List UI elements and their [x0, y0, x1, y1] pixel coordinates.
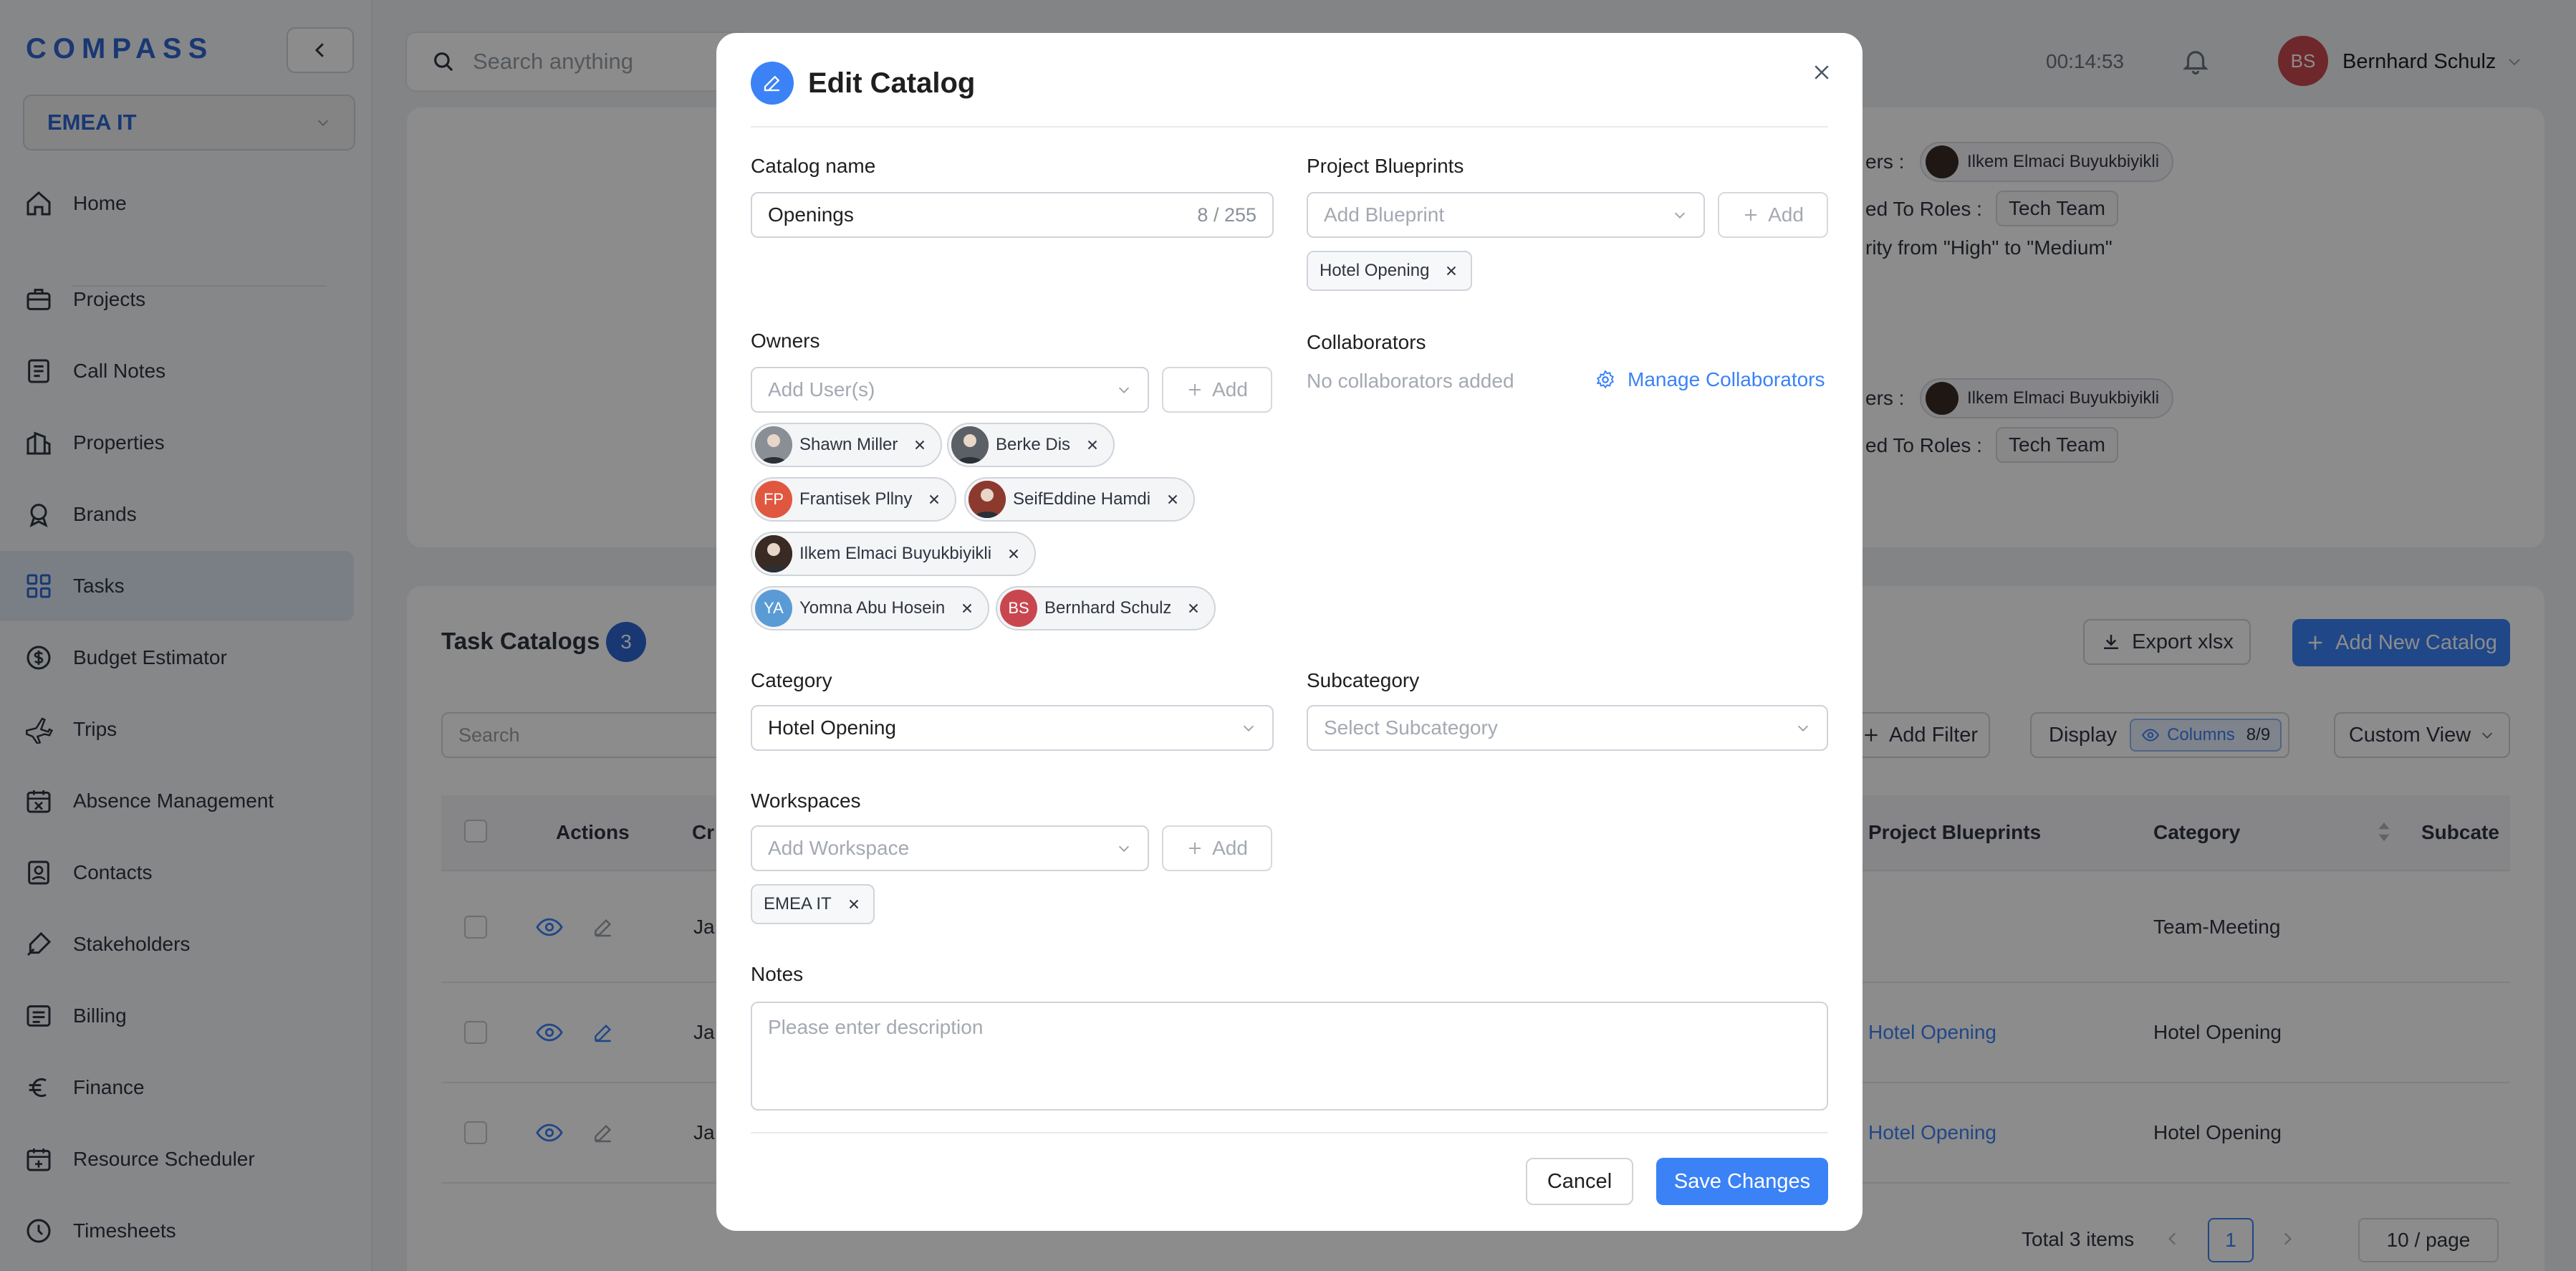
edit-icon [751, 62, 794, 105]
owners-select[interactable]: Add User(s) [751, 367, 1149, 413]
add-workspace-button[interactable]: Add [1162, 825, 1272, 871]
close-icon [1815, 65, 1829, 80]
avatar [969, 481, 1006, 518]
close-icon[interactable] [1006, 546, 1022, 562]
chevron-down-icon [1118, 387, 1130, 393]
avatar [755, 535, 792, 572]
collaborators-empty-text: No collaborators added [1307, 370, 1514, 392]
chevron-down-icon [1797, 725, 1809, 732]
blueprint-tag: Hotel Opening [1307, 251, 1473, 291]
close-icon[interactable] [959, 600, 975, 616]
owner-tag-label: Yomna Abu Hosein [799, 598, 946, 618]
avatar: FP [755, 481, 792, 518]
manage-collaborators-label: Manage Collaborators [1628, 368, 1825, 390]
owner-tag: Ilkem Elmaci Buyukbiyikli [751, 532, 1037, 576]
avatar [951, 426, 989, 464]
close-icon[interactable] [1165, 491, 1181, 507]
close-modal-button[interactable] [1811, 62, 1832, 87]
manage-collaborators-link[interactable]: Manage Collaborators [1595, 368, 1825, 391]
catalog-name-input[interactable]: Openings 8 / 255 [751, 192, 1274, 238]
edit-catalog-modal: Edit Catalog Catalog name Openings 8 / 2… [716, 33, 1863, 1231]
avatar: BS [1000, 590, 1037, 627]
owner-tag: Shawn Miller [751, 423, 943, 467]
add-blueprint-button[interactable]: Add [1718, 192, 1828, 238]
subcategory-select[interactable]: Select Subcategory [1307, 705, 1828, 751]
owner-tag: FP Frantisek Pllny [751, 477, 957, 522]
category-select[interactable]: Hotel Opening [751, 705, 1274, 751]
owner-tag-label: Bernhard Schulz [1044, 598, 1172, 618]
save-changes-button[interactable]: Save Changes [1656, 1158, 1828, 1205]
owners-placeholder: Add User(s) [768, 378, 875, 401]
workspace-select[interactable]: Add Workspace [751, 825, 1149, 871]
owner-tag-label: Ilkem Elmaci Buyukbiyikli [799, 544, 992, 563]
blueprint-tag-label: Hotel Opening [1320, 261, 1430, 280]
blueprint-select[interactable]: Add Blueprint [1307, 192, 1705, 238]
chevron-down-icon [1118, 845, 1130, 852]
add-owner-button[interactable]: Add [1162, 367, 1272, 413]
workspace-tag: EMEA IT [751, 884, 875, 924]
collaborators-label: Collaborators [1307, 331, 1426, 353]
plus-icon [1745, 209, 1757, 221]
plus-icon [1189, 384, 1201, 395]
notes-label: Notes [751, 963, 804, 985]
plus-icon [1189, 843, 1201, 854]
close-icon[interactable] [1186, 600, 1201, 616]
blueprint-placeholder: Add Blueprint [1324, 203, 1445, 226]
owner-tag: SeifEddine Hamdi [964, 477, 1196, 522]
owner-tag-label: Frantisek Pllny [799, 489, 913, 509]
owners-label: Owners [751, 330, 820, 352]
modal-footer-divider [751, 1132, 1828, 1133]
catalog-name-label: Catalog name [751, 155, 876, 177]
add-workspace-label: Add [1212, 837, 1248, 859]
chevron-down-icon [1243, 725, 1254, 732]
subcategory-placeholder: Select Subcategory [1324, 716, 1498, 739]
owner-tag-label: Berke Dis [996, 435, 1071, 454]
close-icon[interactable] [1443, 263, 1459, 279]
catalog-name-value: Openings [768, 203, 854, 226]
workspace-tag-label: EMEA IT [764, 894, 832, 913]
add-blueprint-label: Add [1768, 203, 1804, 226]
category-value: Hotel Opening [768, 716, 897, 739]
owner-tag: Berke Dis [947, 423, 1115, 467]
gear-icon [1596, 370, 1614, 389]
avatar: YA [755, 590, 792, 627]
project-blueprints-label: Project Blueprints [1307, 155, 1464, 177]
close-icon[interactable] [926, 491, 942, 507]
close-icon[interactable] [912, 437, 928, 453]
modal-title: Edit Catalog [808, 67, 976, 99]
notes-textarea[interactable]: Please enter description [751, 1002, 1828, 1111]
owner-tag-label: SeifEddine Hamdi [1013, 489, 1151, 509]
subcategory-label: Subcategory [1307, 669, 1420, 691]
modal-divider [751, 126, 1828, 128]
chevron-down-icon [1674, 212, 1686, 219]
close-icon[interactable] [1085, 437, 1100, 453]
cancel-button[interactable]: Cancel [1526, 1158, 1633, 1205]
workspace-placeholder: Add Workspace [768, 837, 910, 859]
catalog-name-counter: 8 / 255 [1197, 203, 1256, 226]
owner-tag-label: Shawn Miller [799, 435, 898, 454]
owner-tag: YA Yomna Abu Hosein [751, 586, 990, 630]
category-label: Category [751, 669, 832, 691]
workspaces-label: Workspaces [751, 790, 861, 812]
avatar [755, 426, 792, 464]
add-owner-label: Add [1212, 378, 1248, 401]
owner-tag: BS Bernhard Schulz [996, 586, 1216, 630]
close-icon[interactable] [846, 896, 862, 912]
